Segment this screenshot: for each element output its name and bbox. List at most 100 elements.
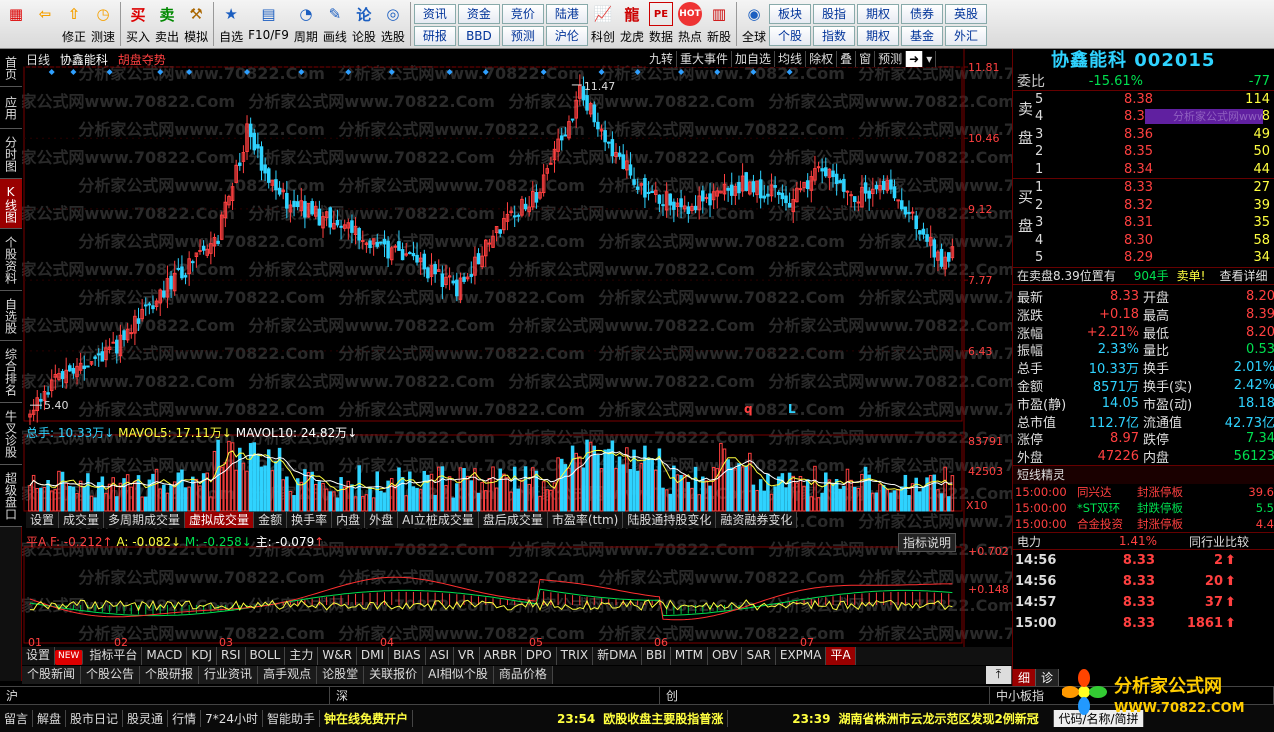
toolbar-market-button[interactable]: 个股 [769,26,812,46]
event-diamond-icon[interactable] [48,69,55,75]
toolbar-button-8[interactable]: ▤ F10/F9 [246,2,291,47]
volume-tab-11[interactable]: 陆股通持股变化 [623,512,717,528]
chart-menu-item-7[interactable]: 预测 [875,51,907,67]
toolbar-small-button[interactable]: 竞价 [501,4,544,24]
expand-arrow-icon[interactable]: ➜ [906,51,924,67]
chart-menu-item-4[interactable]: 除权 [806,51,838,67]
toolbar-small-button[interactable]: BBD [457,26,500,46]
toolbar-market-button[interactable]: 指数 [813,26,856,46]
tick-tab-1[interactable]: 诊 [1036,669,1060,686]
toolbar-small-button[interactable]: 研报 [413,26,456,46]
buys-row-1[interactable]: 2 8.32 39 [1013,197,1274,215]
kline-chart[interactable]: 分析家公式网www.70822.Com 分析家公式网www.70822.Com 分析… [22,49,1012,648]
toolbar-market-button[interactable]: 基金 [901,26,944,46]
toolbar-button-11[interactable]: 论论股 [350,2,378,47]
toolbar-market-button[interactable]: 债券 [901,4,944,24]
sidebar-tab-8[interactable]: 超级盘口 [0,465,22,527]
status-item-0[interactable]: 留言 [0,710,34,727]
short-item-1[interactable]: 15:00:00 *ST双环 封跌停板 5.5 [1013,500,1274,516]
indicator-tab-11[interactable]: VR [454,647,480,665]
news-tab-3[interactable]: 行业资讯 [199,666,259,684]
toolbar-icon-button-0[interactable]: 📈 科创 [589,2,617,47]
toolbar-small-button[interactable]: 预测 [501,26,544,46]
volume-tab-1[interactable]: 成交量 [59,512,105,528]
indicator-tab-16[interactable]: BBI [642,647,671,665]
indicator-tab-7[interactable]: W&R [318,647,357,665]
chart-menu-item-1[interactable]: 重大事件 [677,51,733,67]
toolbar-button-10[interactable]: ✎ 画线 [321,2,349,47]
sells-row-4[interactable]: 1 8.34 44 [1013,161,1274,179]
volume-tab-6[interactable]: 内盘 [332,512,366,528]
news-tab-0[interactable]: 个股新闻 [22,666,82,684]
news-tab-8[interactable]: 商品价格 [493,666,553,684]
toolbar-market-button[interactable]: 英股 [945,4,988,24]
toolbar-button-1[interactable]: ⇦ [31,2,59,47]
sells-row-3[interactable]: 2 8.35 50 [1013,143,1274,161]
volume-tab-12[interactable]: 融资融券变化 [716,512,798,528]
sector-compare-link[interactable]: 同行业比较 [1189,533,1249,550]
news-tab-4[interactable]: 高手观点 [258,666,318,684]
indicator-tab-14[interactable]: TRIX [557,647,594,665]
indicator-tab-10[interactable]: ASI [426,647,455,665]
indicator-tab-20[interactable]: EXPMA [776,647,827,665]
news-tab-1[interactable]: 个股公告 [81,666,141,684]
status-item-2[interactable]: 股市日记 [66,710,124,727]
volume-tab-7[interactable]: 外盘 [365,512,399,528]
indicator-tab-9[interactable]: BIAS [389,647,426,665]
volume-tab-8[interactable]: AI立桩成交量 [398,512,479,528]
toolbar-button-12[interactable]: ◎ 选股 [379,2,407,47]
status-item-3[interactable]: 股灵通 [123,710,169,727]
status-scroll-text[interactable]: 钟在线免费开户 [320,710,414,727]
scroll-up-icon[interactable]: ⤒ [985,666,1012,684]
toolbar-icon-button-3[interactable]: HOT 热点 [676,2,704,47]
indicator-tab-13[interactable]: DPO [522,647,557,665]
volume-tab-0[interactable]: 设置 [26,512,60,528]
chart-menu-item-0[interactable]: 九转 [646,51,678,67]
indicator-tab-8[interactable]: DMI [357,647,390,665]
news1-text[interactable]: 欧股收盘主要股指普涨 [599,710,729,727]
toolbar-small-button[interactable]: 陆港 [545,4,588,24]
toolbar-button-0[interactable]: ▦ [2,2,30,47]
chart-menu-item-2[interactable]: 加自选 [732,51,776,67]
period-label[interactable]: 日线 [26,53,50,67]
toolbar-button-3[interactable]: ◷ 测速 [89,2,117,47]
sidebar-tab-3[interactable]: K线图 [0,179,22,229]
toolbar-small-button[interactable]: 沪伦 [545,26,588,46]
chart-menu-item-5[interactable]: 叠 [837,51,857,67]
tick-tab-0[interactable]: 细 [1013,669,1037,686]
volume-tab-3[interactable]: 虚拟成交量 [185,512,255,528]
buys-row-3[interactable]: 4 8.30 58 [1013,232,1274,250]
sidebar-tab-6[interactable]: 综合排名 [0,341,22,403]
toolbar-icon-button-5[interactable]: ◉ 全球 [740,2,768,47]
status-item-5[interactable]: 7*24小时 [201,710,263,727]
buys-row-2[interactable]: 3 8.31 35 [1013,214,1274,232]
buys-row-4[interactable]: 5 8.29 34 [1013,249,1274,267]
indicator-tab-21[interactable]: 平A [826,647,856,665]
toolbar-market-button[interactable]: 股指 [813,4,856,24]
news-tab-5[interactable]: 论股堂 [317,666,365,684]
indicator-tab-3[interactable]: KDJ [187,647,217,665]
toolbar-market-button[interactable]: 期权 [857,4,900,24]
indicator-tab-15[interactable]: 新DMA [593,647,642,665]
news-tab-6[interactable]: 关联报价 [364,666,424,684]
toolbar-button-6[interactable]: ⚒ 模拟 [182,2,210,47]
indicator-tab-17[interactable]: MTM [671,647,708,665]
sells-row-2[interactable]: 3 8.36 49 [1013,126,1274,144]
chart-menu-item-6[interactable]: 窗 [856,51,876,67]
news2-text[interactable]: 湖南省株洲市云龙示范区发现2例新冠 [834,710,1055,727]
toolbar-button-5[interactable]: 卖卖出 [153,2,181,47]
index-cell-1[interactable]: 深 [330,687,660,704]
chart-menu-item-3[interactable]: 均线 [775,51,807,67]
big-order-alert[interactable]: 在卖盘8.39位置有 904手 卖单! 查看详细 [1013,268,1274,285]
toolbar-market-button[interactable]: 期权 [857,26,900,46]
sidebar-tab-2[interactable]: 分时图 [0,129,22,179]
sells-row-1[interactable]: 48.37分析家公式网www.70822.Com28 [1013,108,1274,126]
short-item-2[interactable]: 15:00:00 合金投资 封涨停板 4.4 [1013,516,1274,532]
indicator-tab-4[interactable]: RSI [217,647,246,665]
toolbar-icon-button-1[interactable]: 龍龙虎 [618,2,646,47]
toolbar-button-7[interactable]: ★ 自选 [217,2,245,47]
indicator-tab-2[interactable]: MACD [142,647,188,665]
toolbar-icon-button-2[interactable]: PE 数据 [647,2,675,47]
short-item-0[interactable]: 15:00:00 同兴达 封涨停板 39.6 [1013,484,1274,500]
buys-row-0[interactable]: 1 8.33 27 [1013,179,1274,197]
